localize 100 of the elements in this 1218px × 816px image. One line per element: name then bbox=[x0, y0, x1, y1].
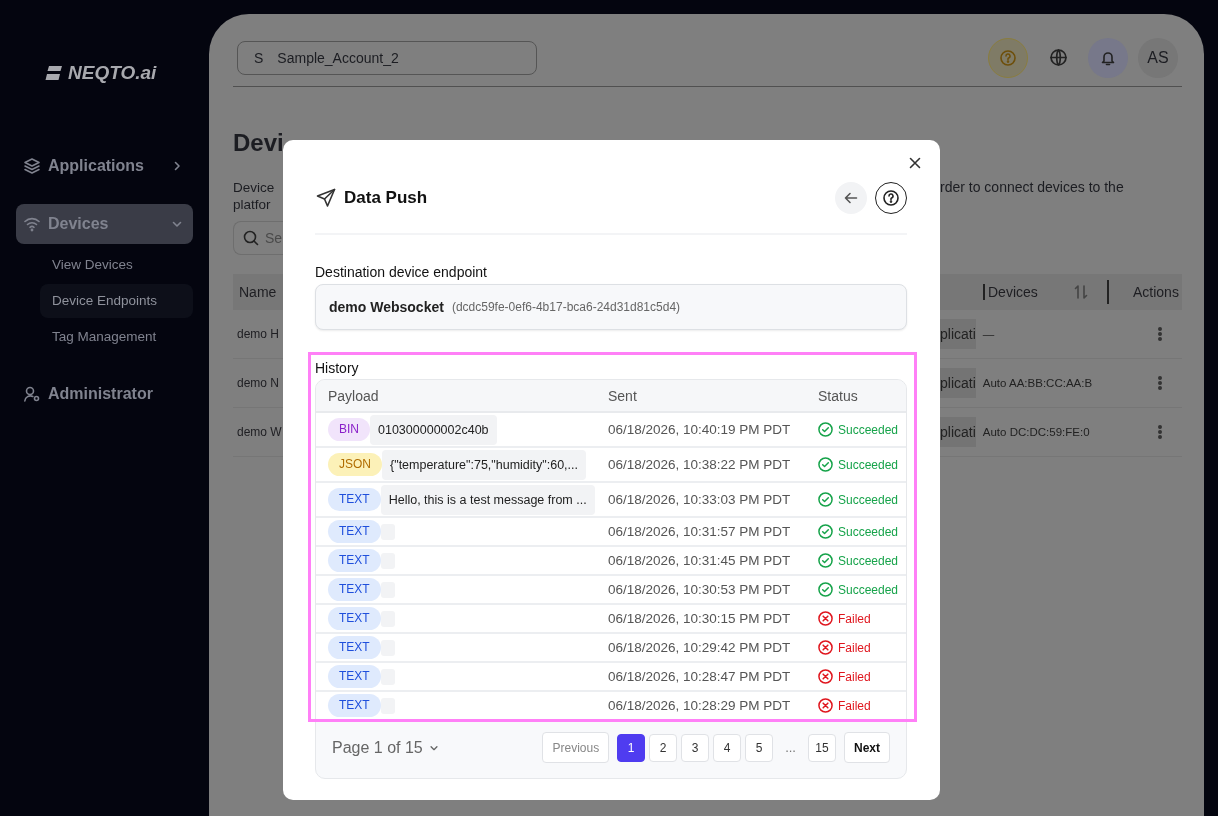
table-cell-text: 06/18/2026, 10:33:03 PM PDT bbox=[607, 491, 792, 509]
page-selector[interactable]: Page 1 of 15 bbox=[332, 738, 439, 757]
logo-icon bbox=[45, 65, 63, 81]
page-button[interactable]: 2 bbox=[649, 733, 678, 762]
payload-type-tag: TEXT bbox=[328, 694, 381, 717]
table-cell: plicati bbox=[940, 319, 976, 349]
notifications-button[interactable] bbox=[1088, 37, 1128, 78]
payload-type-tag: TEXT bbox=[328, 488, 381, 511]
kebab-icon[interactable] bbox=[1158, 376, 1162, 390]
search-icon bbox=[243, 230, 259, 246]
payload-type-tag: BIN bbox=[328, 418, 370, 441]
table-cell-text: 06/18/2026, 10:38:22 PM PDT bbox=[607, 456, 792, 474]
page-button[interactable]: 15 bbox=[808, 733, 836, 762]
table-cell-text: 06/18/2026, 10:31:45 PM PDT bbox=[607, 552, 792, 570]
check-circle-icon bbox=[818, 582, 833, 597]
kebab-icon[interactable] bbox=[1158, 425, 1162, 439]
table-cell-text: 06/18/2026, 10:40:19 PM PDT bbox=[607, 421, 792, 439]
status-text: Succeeded bbox=[838, 524, 899, 539]
check-circle-icon bbox=[818, 492, 833, 507]
back-button[interactable] bbox=[835, 182, 867, 214]
description-text: platfor bbox=[233, 196, 271, 213]
table-cell-text: 06/18/2026, 10:28:47 PM PDT bbox=[607, 668, 792, 686]
logo-text: NEQTO.ai bbox=[68, 62, 157, 84]
endpoint-id: (dcdc59fe-0ef6-4b17-bca6-24d31d81c5d4) bbox=[451, 300, 681, 314]
page-button[interactable]: 4 bbox=[713, 733, 742, 762]
page-button[interactable]: 3 bbox=[681, 733, 710, 762]
status-text: Succeeded bbox=[838, 457, 899, 472]
section-label: History bbox=[315, 359, 360, 378]
page-title: Devi bbox=[233, 129, 284, 157]
avatar[interactable]: AS bbox=[1138, 37, 1178, 78]
payload-type-tag: TEXT bbox=[328, 607, 381, 630]
kebab-icon[interactable] bbox=[1158, 327, 1162, 341]
help-icon bbox=[1000, 49, 1016, 66]
table-cell-text: demo H bbox=[236, 327, 280, 341]
x-circle-icon bbox=[818, 698, 833, 713]
globe-icon bbox=[1049, 49, 1067, 66]
help-icon bbox=[883, 190, 899, 206]
previous-button[interactable]: Previous bbox=[542, 732, 610, 763]
table-cell-text: 06/18/2026, 10:28:29 PM PDT bbox=[607, 697, 792, 715]
account-initial: S bbox=[254, 49, 264, 66]
account-name: Sample_Account_2 bbox=[277, 49, 399, 66]
bell-icon bbox=[1100, 49, 1116, 66]
table-cell-text: 06/18/2026, 10:30:15 PM PDT bbox=[607, 610, 792, 628]
status-text: Succeeded bbox=[838, 553, 899, 568]
column-header: Actions bbox=[1107, 280, 1179, 304]
next-button[interactable]: Next bbox=[844, 732, 890, 763]
arrow-left-icon bbox=[844, 191, 858, 205]
dialog-title: Data Push bbox=[344, 188, 429, 208]
description-text: rder to connect devices to the bbox=[940, 179, 1124, 196]
status-text: Failed bbox=[838, 669, 871, 684]
table-cell-text: 06/18/2026, 10:31:57 PM PDT bbox=[607, 523, 792, 541]
check-circle-icon bbox=[818, 524, 833, 539]
table-cell-text: Auto DC:DC:59:FE:0 bbox=[982, 426, 1091, 438]
column-header[interactable]: Devices bbox=[983, 284, 1073, 300]
status-text: Failed bbox=[838, 611, 871, 626]
check-circle-icon bbox=[818, 422, 833, 437]
sub-nav-item[interactable]: Device Endpoints bbox=[40, 284, 193, 318]
table-cell-text: — bbox=[982, 328, 996, 340]
close-icon[interactable] bbox=[909, 157, 921, 169]
payload-type-tag: TEXT bbox=[328, 549, 381, 572]
description-text: Device bbox=[233, 179, 275, 196]
table-cell-text: demo N bbox=[236, 376, 280, 390]
wifi-icon bbox=[24, 216, 40, 232]
x-circle-icon bbox=[818, 640, 833, 655]
status-text: Failed bbox=[838, 640, 871, 655]
column-header: Status bbox=[817, 386, 859, 406]
endpoint-field[interactable]: demo Websocket (dcdc59fe-0ef6-4b17-bca6-24d31d81c5d4) bbox=[315, 284, 907, 330]
table-cell-text: Auto AA:BB:CC:AA:B bbox=[982, 377, 1094, 389]
column-header: Sent bbox=[607, 386, 638, 406]
status-text: Succeeded bbox=[838, 422, 899, 437]
table-cell-text: 06/18/2026, 10:29:42 PM PDT bbox=[607, 639, 792, 657]
column-header: Name bbox=[238, 284, 277, 300]
payload-type-tag: TEXT bbox=[328, 665, 381, 688]
nav-item[interactable]: Administrator bbox=[16, 374, 193, 414]
field-label: Destination device endpoint bbox=[315, 264, 488, 280]
layers-icon bbox=[24, 158, 40, 174]
table-cell: plicati bbox=[940, 368, 976, 398]
x-circle-icon bbox=[818, 669, 833, 684]
payload-type-tag: TEXT bbox=[328, 578, 381, 601]
sub-nav-item[interactable]: Tag Management bbox=[40, 320, 193, 354]
table-cell-text: 06/18/2026, 10:30:53 PM PDT bbox=[607, 581, 792, 599]
status-text: Failed bbox=[838, 698, 871, 713]
sort-icon[interactable] bbox=[1073, 284, 1089, 300]
account-selector[interactable]: S Sample_Account_2 bbox=[237, 40, 537, 75]
payload-preview[interactable]: 010300000002c40b bbox=[370, 414, 497, 445]
column-header: Payload bbox=[327, 386, 380, 406]
payload-type-tag: TEXT bbox=[328, 636, 381, 659]
check-circle-icon bbox=[818, 553, 833, 568]
payload-preview[interactable]: Hello, this is a test message from ... bbox=[380, 484, 595, 515]
page-button[interactable]: 5 bbox=[745, 733, 774, 762]
table-cell: plicati bbox=[940, 417, 976, 447]
user-icon bbox=[24, 386, 40, 402]
send-icon bbox=[316, 188, 336, 208]
sub-nav-item[interactable]: View Devices bbox=[40, 248, 193, 282]
check-circle-icon bbox=[818, 457, 833, 472]
page-button[interactable]: 1 bbox=[617, 733, 646, 762]
payload-type-tag: JSON bbox=[328, 453, 382, 476]
payload-preview[interactable]: {"temperature":75,"humidity":60,... bbox=[382, 449, 586, 480]
nav-item[interactable]: Applications bbox=[16, 146, 193, 186]
pagination-ellipsis: ... bbox=[784, 740, 797, 755]
